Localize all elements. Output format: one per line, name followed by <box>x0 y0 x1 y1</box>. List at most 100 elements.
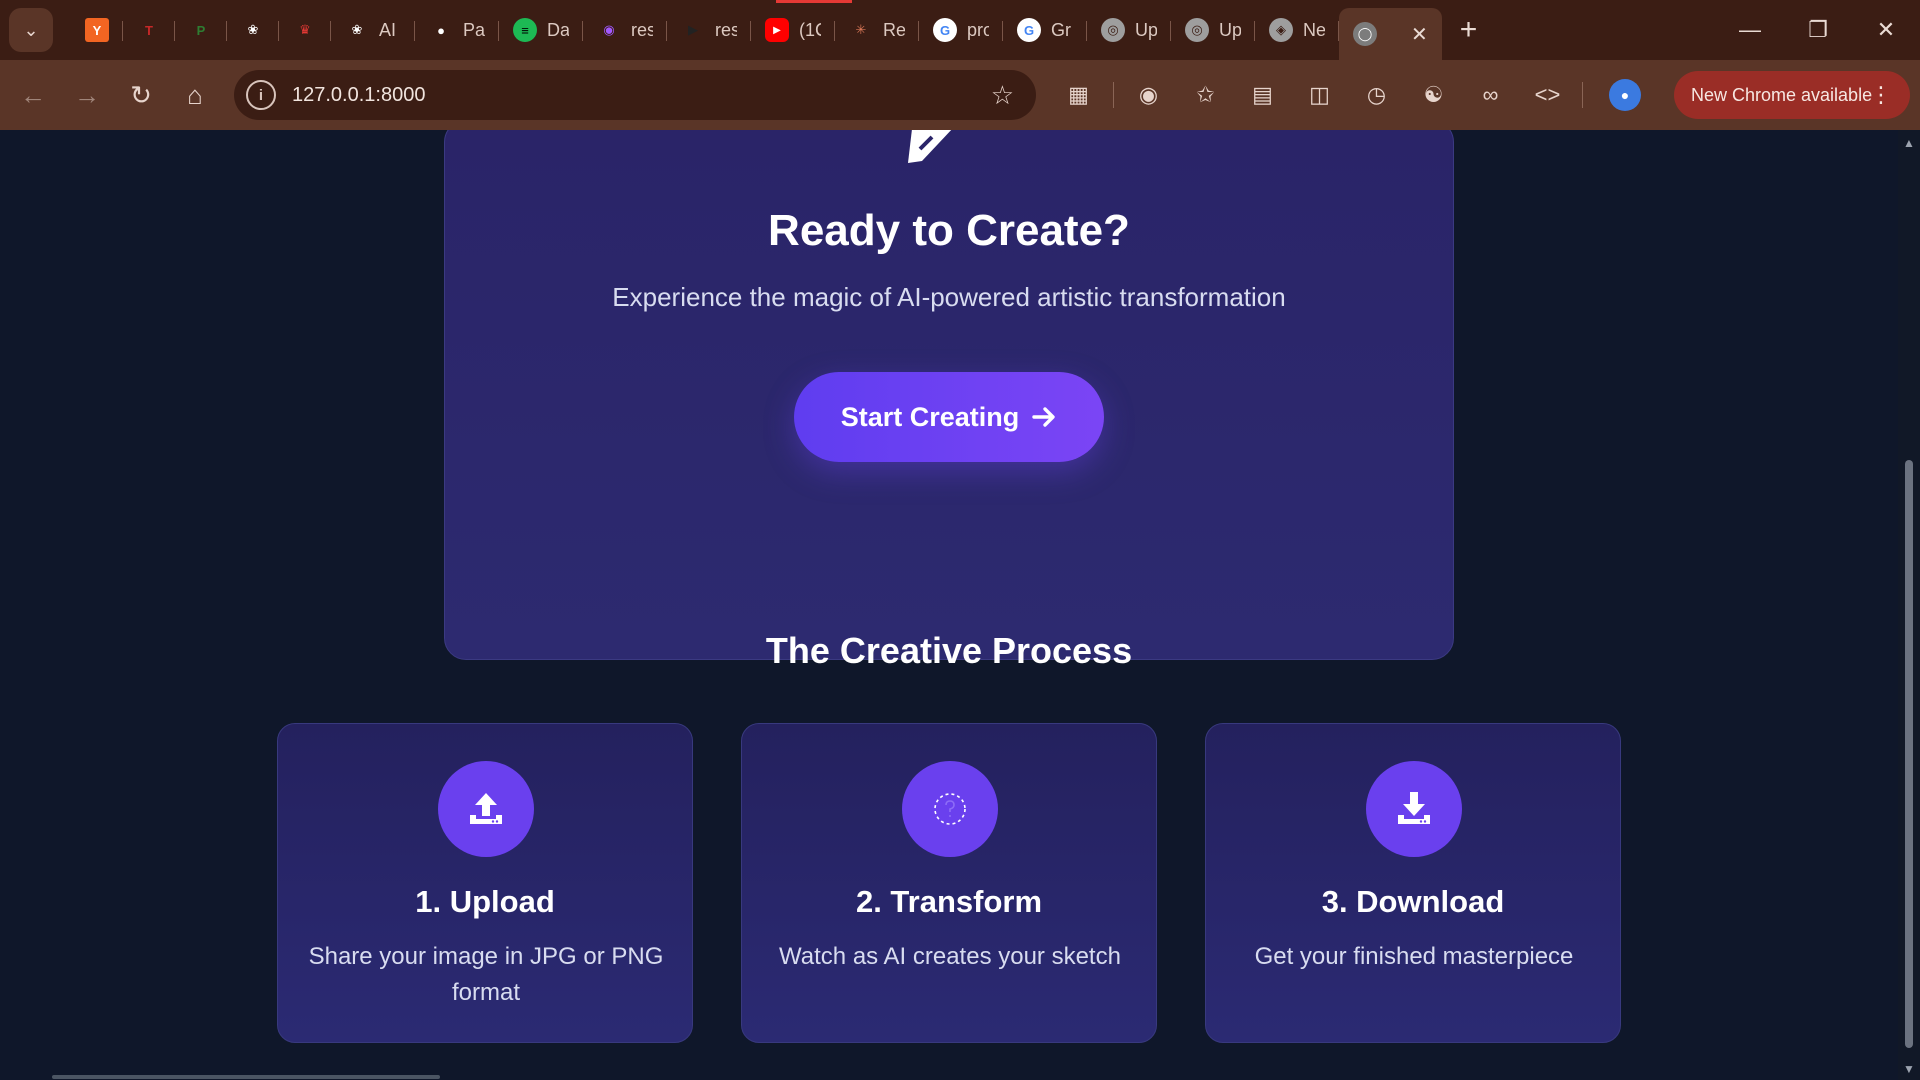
tab[interactable]: ≡ Da <box>499 7 583 53</box>
tab[interactable]: ❀ AI <box>331 7 415 53</box>
forward-button[interactable]: → <box>60 80 114 111</box>
url-text[interactable]: 127.0.0.1:8000 <box>292 84 991 107</box>
tab-title: Pa <box>463 19 485 40</box>
step-card-upload: 1. Upload Share your image in JPG or PNG… <box>277 723 693 1043</box>
tab[interactable]: ◉ res <box>583 7 667 53</box>
scroll-up-icon[interactable]: ▲ <box>1903 136 1915 150</box>
cta-card: Ready to Create? Experience the magic of… <box>444 130 1454 660</box>
download-icon <box>1366 761 1462 857</box>
spotify-icon: ≡ <box>513 18 537 42</box>
profile-avatar[interactable]: ● <box>1609 79 1641 111</box>
chrome-update-button[interactable]: New Chrome available ⋮ <box>1674 71 1910 119</box>
more-menu-icon[interactable]: ⋮ <box>1870 82 1892 108</box>
step-title: 2. Transform <box>855 884 1043 919</box>
back-button[interactable]: ← <box>6 80 60 111</box>
upload-icon <box>438 761 534 857</box>
toolbar-divider <box>1582 82 1583 108</box>
tab[interactable]: ◎ Up <box>1171 7 1255 53</box>
tab[interactable]: G Gr <box>1003 7 1087 53</box>
tab[interactable]: Y <box>71 7 123 53</box>
arrow-right-icon <box>1032 407 1055 427</box>
globe-icon: ◯ <box>1353 22 1377 46</box>
toolbar-divider <box>1113 82 1114 108</box>
tab-title: Da <box>547 19 569 40</box>
reading-list-icon[interactable]: ▤ <box>1234 82 1291 108</box>
close-tab-icon[interactable]: ✕ <box>1411 22 1428 47</box>
bookmarks-icon[interactable]: ✩ <box>1177 82 1234 108</box>
restore-icon[interactable]: ❐ <box>1784 0 1852 60</box>
horizontal-scrollbar-thumb[interactable] <box>52 1075 440 1079</box>
tj-icon: T <box>145 22 153 38</box>
tab[interactable]: ▶ (1C <box>751 7 835 53</box>
globe-icon: ◎ <box>1185 18 1209 42</box>
youtube-icon: ▶ <box>765 18 789 42</box>
github-icon: ● <box>437 22 445 38</box>
y-combinator-icon: Y <box>85 18 109 42</box>
start-creating-label: Start Creating <box>840 401 1020 432</box>
shield-icon: ◈ <box>1269 18 1293 42</box>
openai-icon: ❀ <box>247 22 259 37</box>
trash-icon[interactable]: ◫ <box>1291 82 1348 108</box>
tab-title: pro <box>967 19 989 40</box>
tab-title: Re <box>883 19 905 40</box>
step-title: 3. Download <box>1321 884 1505 919</box>
play-icon: ▶ <box>688 22 698 37</box>
step-description: Share your image in JPG or PNG format <box>308 943 664 1006</box>
home-icon: ⌂ <box>187 79 203 110</box>
crown-icon: ♛ <box>299 22 311 37</box>
step-description: Watch as AI creates your sketch <box>779 943 1121 970</box>
tab-title: Ne <box>1303 19 1325 40</box>
arrow-left-icon: ← <box>20 79 46 110</box>
code-icon[interactable]: <> <box>1519 82 1576 108</box>
reload-icon: ↻ <box>130 79 152 110</box>
google-icon: G <box>933 18 957 42</box>
reload-button[interactable]: ↻ <box>114 80 168 111</box>
tab-search-button[interactable]: ⌄ <box>9 8 53 52</box>
arrow-right-icon: → <box>74 79 100 110</box>
tab[interactable]: ◎ Up <box>1087 7 1171 53</box>
step-card-transform: 2. Transform Watch as AI creates your sk… <box>741 723 1157 1043</box>
openai-icon: ❀ <box>351 22 363 37</box>
tab[interactable]: ✳ Re <box>835 7 919 53</box>
scroll-down-icon[interactable]: ▼ <box>1903 1062 1915 1076</box>
process-title: The Creative Process <box>765 630 1133 671</box>
tab-title: Up <box>1135 19 1157 40</box>
pen-icon <box>908 130 952 163</box>
tab[interactable]: ● Pa <box>415 7 499 53</box>
p-icon: P <box>196 22 206 38</box>
incognito-icon[interactable]: ◉ <box>1120 82 1177 108</box>
tab[interactable]: ❀ <box>227 7 279 53</box>
tab[interactable]: ♛ <box>279 7 331 53</box>
tab-title: Up <box>1219 19 1241 40</box>
link-icon[interactable]: ∞ <box>1462 82 1519 108</box>
figma-icon: ◉ <box>603 22 615 37</box>
google-icon: G <box>1017 18 1041 42</box>
tab[interactable]: T <box>123 7 175 53</box>
chevron-down-icon: ⌄ <box>23 19 39 40</box>
minimize-icon[interactable]: — <box>1716 0 1784 60</box>
translate-icon[interactable]: ☯ <box>1405 82 1462 108</box>
vertical-scrollbar[interactable]: ▲ ▼ <box>1898 130 1920 1080</box>
globe-icon: ◎ <box>1101 18 1125 42</box>
close-window-icon[interactable]: ✕ <box>1852 0 1920 60</box>
start-creating-button[interactable]: Start Creating <box>794 372 1104 462</box>
tab[interactable]: P <box>175 7 227 53</box>
tab-progress-indicator <box>776 0 852 3</box>
bookmark-star-icon[interactable]: ☆ <box>991 80 1014 111</box>
tab-title: AI <box>379 19 397 40</box>
tab[interactable]: Gpro <box>919 7 1003 53</box>
tab[interactable]: ◈ Ne <box>1255 7 1339 53</box>
history-icon[interactable]: ◷ <box>1348 82 1405 108</box>
scrollbar-thumb[interactable] <box>1905 460 1913 1048</box>
extensions-icon[interactable]: ▦ <box>1050 82 1107 108</box>
transform-icon <box>902 761 998 857</box>
tab[interactable]: ▶ res <box>667 7 751 53</box>
tab-title: res <box>631 19 653 40</box>
address-bar[interactable]: i 127.0.0.1:8000 ☆ <box>234 70 1036 120</box>
step-description: Get your finished masterpiece <box>1254 943 1574 970</box>
page-viewport: Ready to Create? Experience the magic of… <box>0 130 1898 1080</box>
site-info-icon[interactable]: i <box>246 80 276 110</box>
home-button[interactable]: ⌂ <box>168 80 222 111</box>
new-tab-button[interactable]: + <box>1460 13 1478 47</box>
tab-active[interactable]: ◯ ✕ <box>1339 8 1442 60</box>
